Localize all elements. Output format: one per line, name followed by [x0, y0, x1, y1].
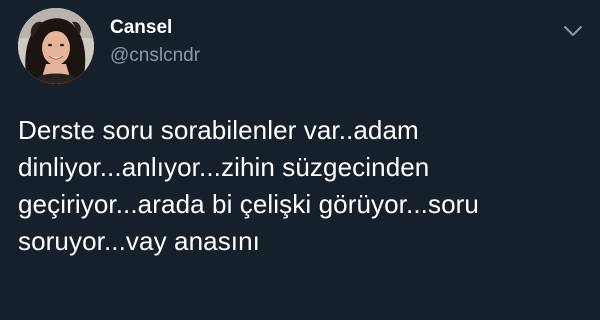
tweet-text-line: dinliyor...anlıyor...zihin süzgecinden — [18, 152, 430, 182]
author-handle[interactable]: @cnslcndr — [110, 44, 200, 68]
tweet-text-line: geçiriyor...arada bi çelişki görüyor...s… — [18, 189, 479, 219]
tweet-text: Derste soru sorabilenler var..adam dinli… — [18, 112, 584, 260]
author-avatar[interactable] — [18, 8, 94, 84]
chevron-down-icon — [564, 26, 582, 36]
tweet-text-line: Derste soru sorabilenler var..adam — [18, 115, 419, 145]
author-names: Cansel @cnslcndr — [110, 16, 200, 68]
author-display-name[interactable]: Cansel — [110, 16, 200, 40]
tweet-card: Cansel @cnslcndr Derste soru sorabilenle… — [0, 0, 600, 320]
tweet-menu-button[interactable] — [560, 20, 586, 42]
tweet-text-line: soruyor...vay anasını — [18, 226, 261, 256]
profile-photo-icon — [18, 8, 94, 84]
